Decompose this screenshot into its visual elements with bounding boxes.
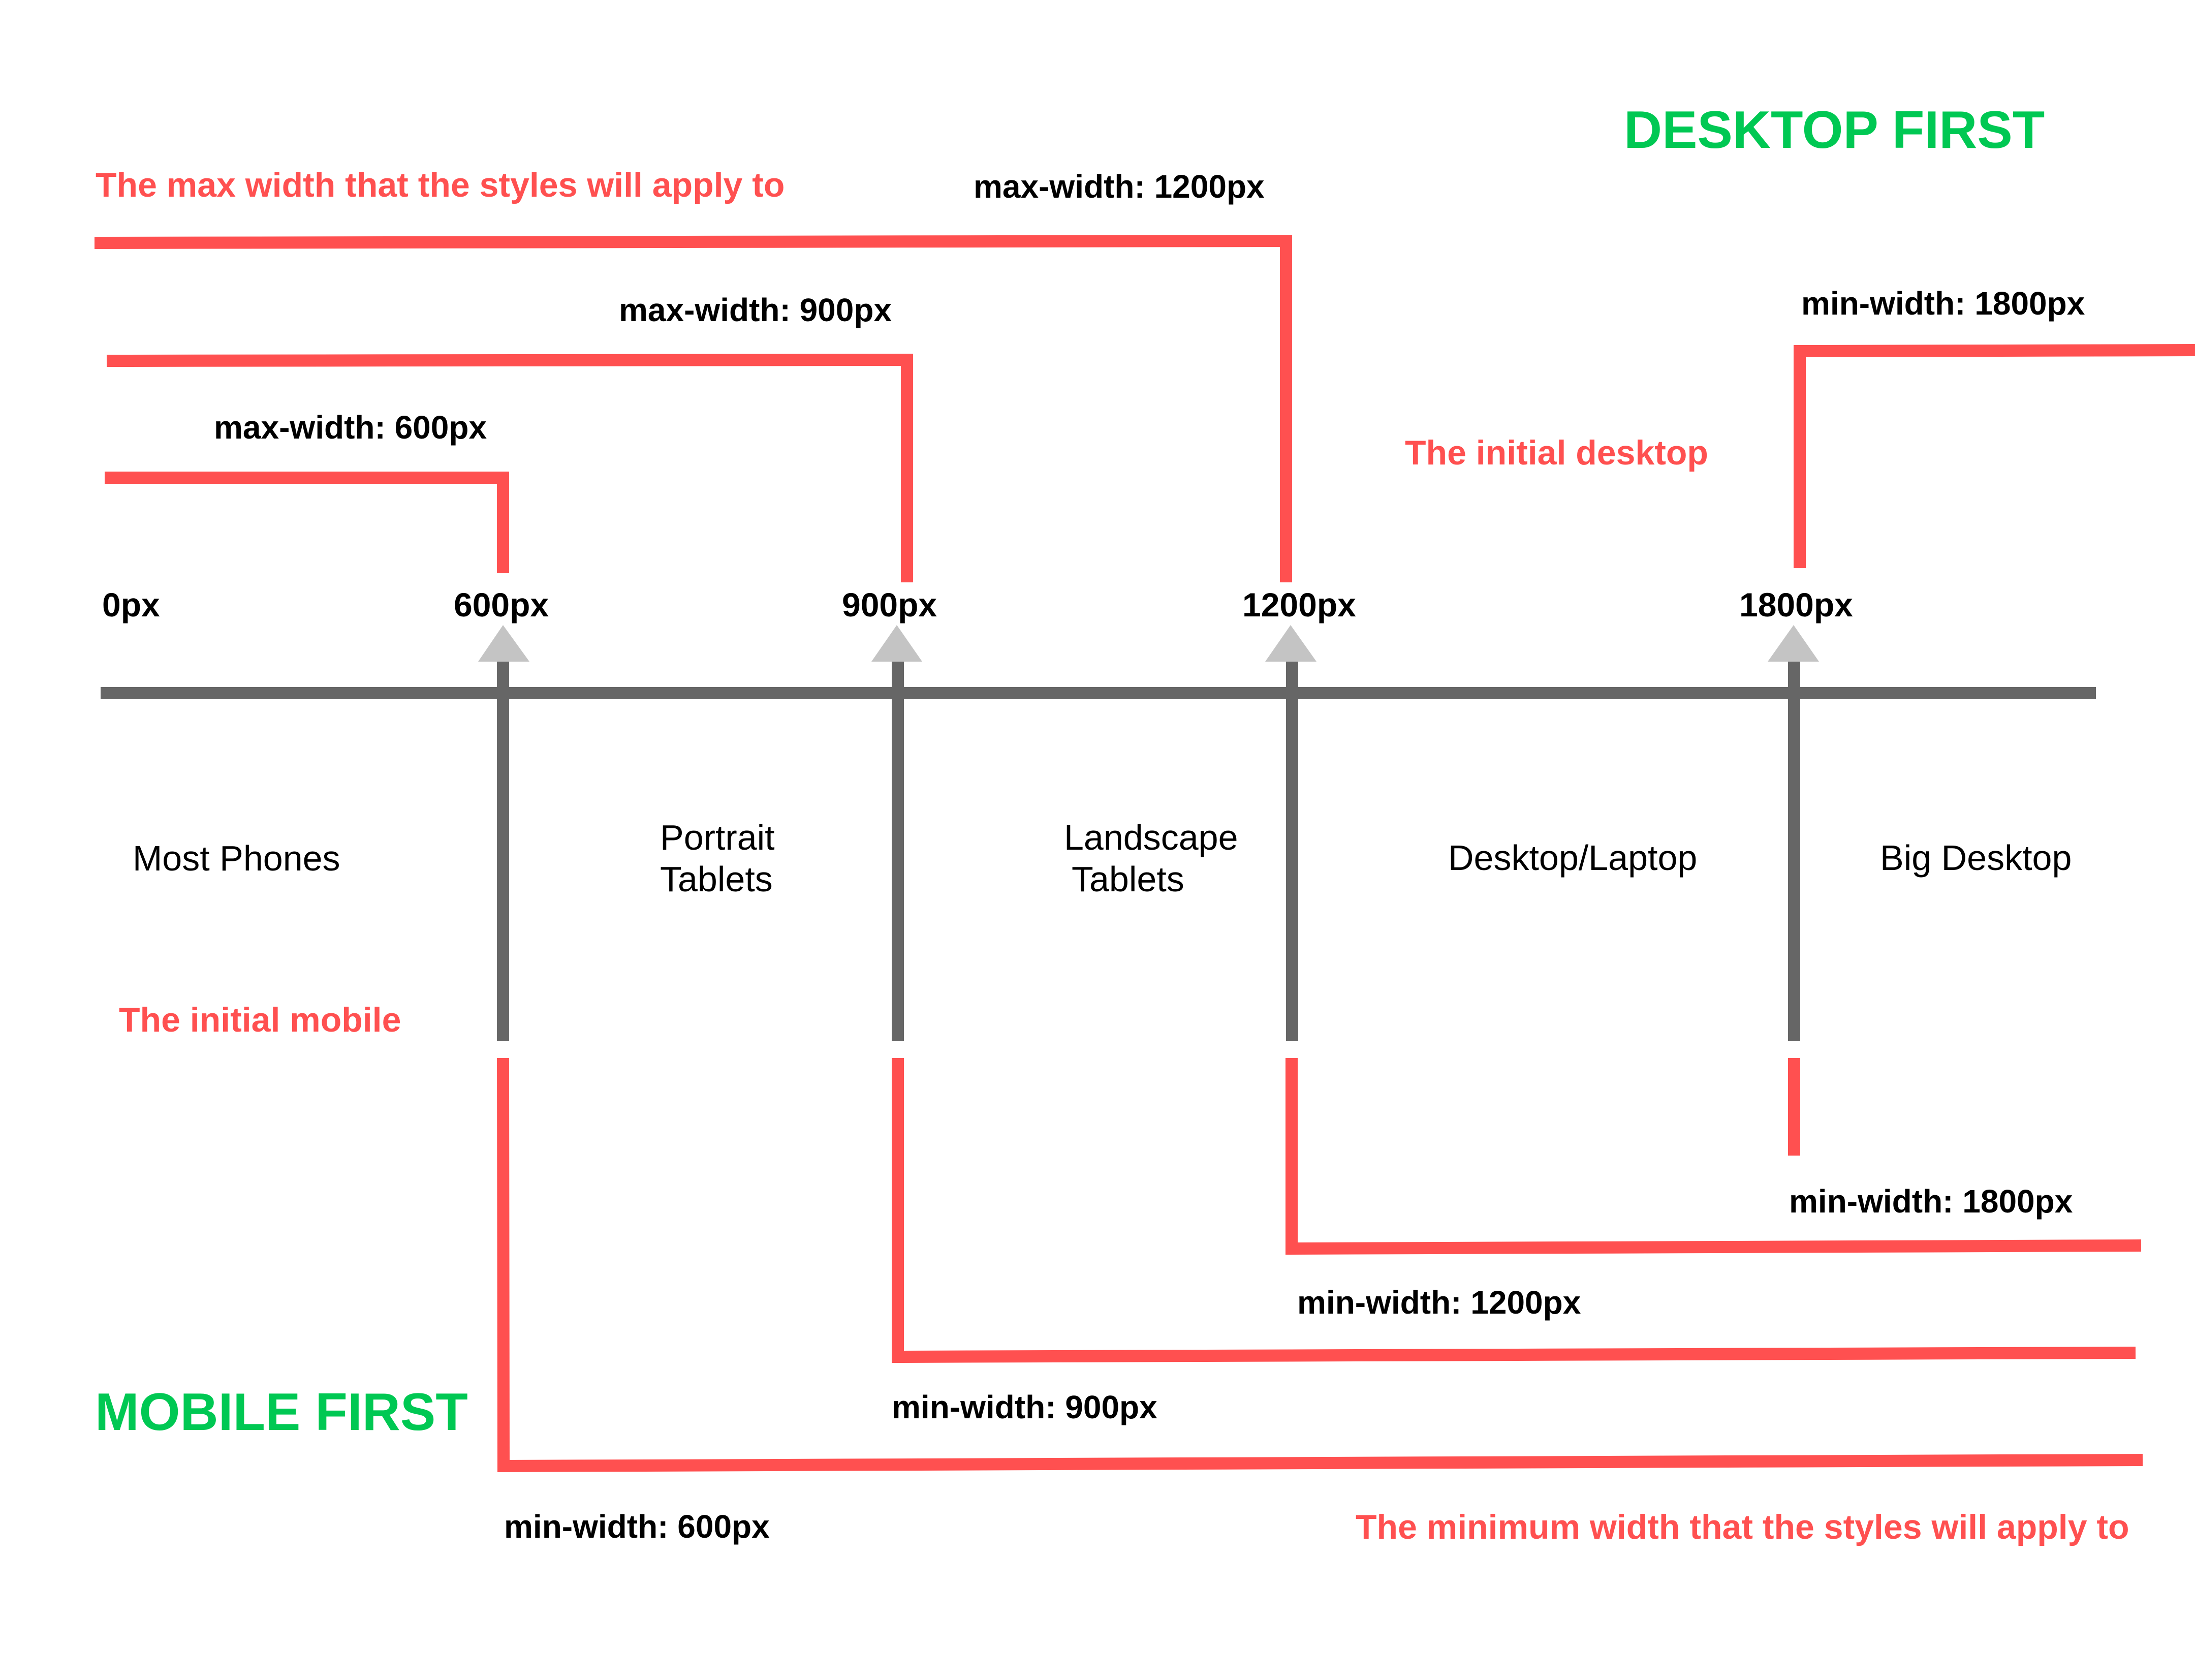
tick-label-0: 0px	[102, 586, 160, 624]
min-width-1800-top-label: min-width: 1800px	[1801, 285, 2085, 322]
min-width-900-label: min-width: 900px	[892, 1389, 1157, 1425]
arrow-up-icon	[1265, 625, 1316, 662]
max-width-1200-label: max-width: 1200px	[974, 168, 1265, 205]
device-label-desktop-laptop: Desktop/Laptop	[1448, 838, 1697, 878]
desktop-first-heading: DESKTOP FIRST	[1624, 101, 2045, 160]
tick-label-1800: 1800px	[1739, 586, 1853, 624]
breakpoints-diagram: DESKTOP FIRST MOBILE FIRST The max width…	[94, 101, 2195, 1546]
max-width-600-range-line	[105, 472, 509, 573]
max-width-explainer: The max width that the styles will apply…	[96, 166, 785, 204]
tick-label-900: 900px	[842, 586, 937, 624]
min-width-600-label: min-width: 600px	[504, 1508, 770, 1545]
min-width-600-range-line	[497, 1057, 2143, 1473]
device-label-landscape-tablets: Tablets	[1072, 859, 1184, 899]
tick-label-600: 600px	[454, 586, 549, 624]
min-width-explainer: The minimum width that the styles will a…	[1356, 1508, 2129, 1546]
arrow-up-icon	[871, 625, 922, 662]
initial-desktop-note: The initial desktop	[1405, 433, 1708, 472]
min-width-1200-label: min-width: 1200px	[1297, 1284, 1581, 1321]
tick-label-1200: 1200px	[1242, 586, 1356, 624]
device-label-portrait: Portrait	[660, 818, 775, 857]
device-label-landscape: Landscape	[1064, 818, 1238, 857]
arrow-up-icon	[1768, 625, 1819, 662]
mobile-first-heading: MOBILE FIRST	[95, 1383, 468, 1442]
min-width-1200-range-line	[1285, 1058, 2142, 1255]
arrow-up-icon	[478, 625, 529, 662]
min-width-1800-bottom-label: min-width: 1800px	[1789, 1183, 2073, 1220]
device-label-most-phones: Most Phones	[133, 838, 340, 878]
device-label-portrait-tablets: Tablets	[660, 859, 773, 899]
initial-mobile-note: The initial mobile	[119, 1001, 401, 1039]
min-width-1800-top-range-line	[1794, 344, 2195, 568]
device-label-big-desktop: Big Desktop	[1880, 838, 2072, 878]
max-width-600-label: max-width: 600px	[214, 409, 487, 446]
max-width-900-label: max-width: 900px	[619, 292, 892, 328]
